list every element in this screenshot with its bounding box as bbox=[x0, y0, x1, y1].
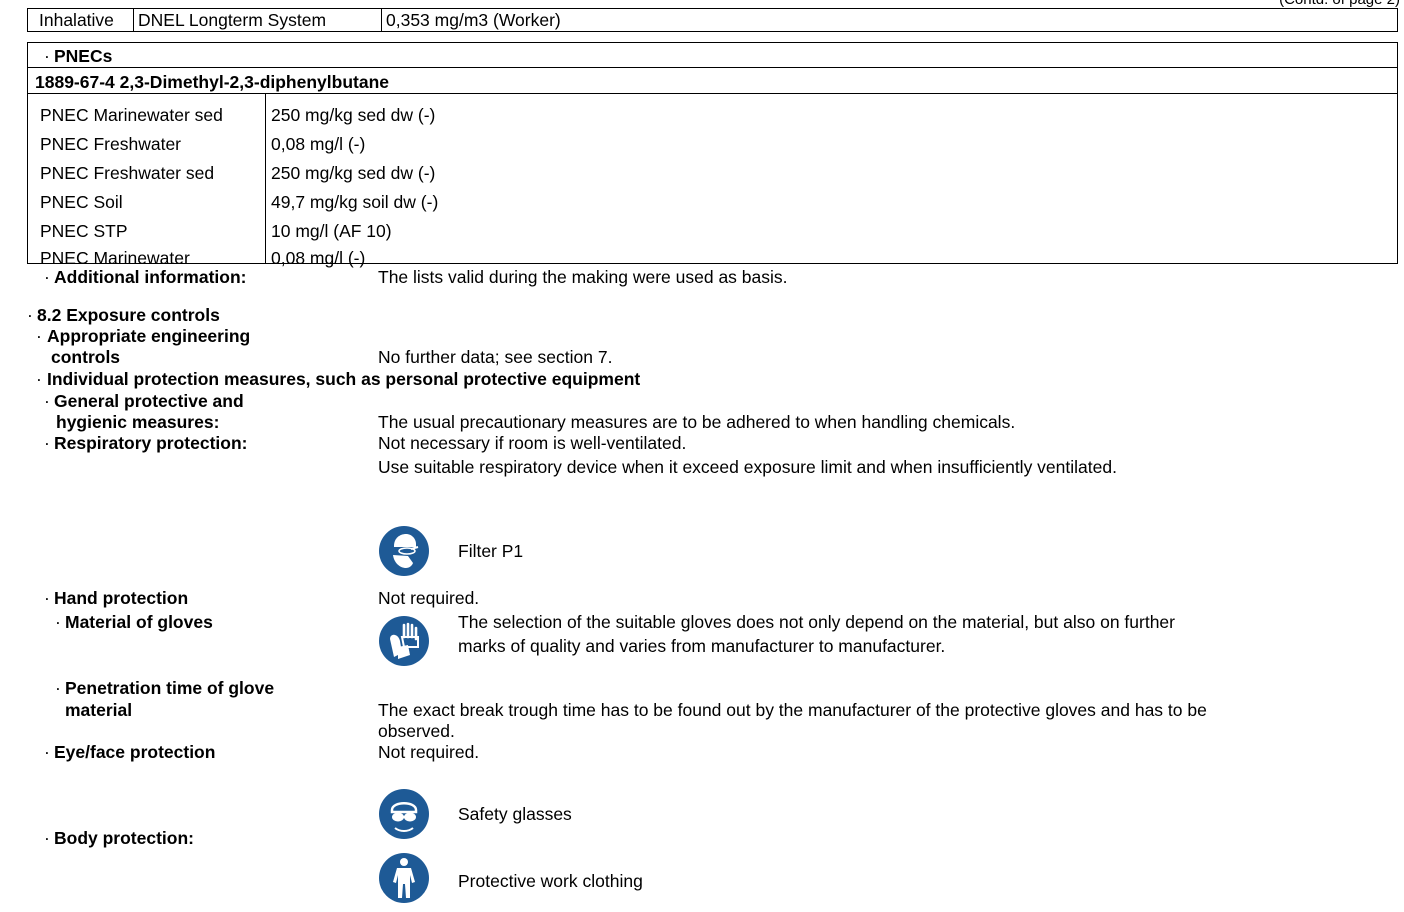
respiratory-icon-caption: Filter P1 bbox=[458, 541, 524, 561]
general-value: The usual precautionary measures are to … bbox=[378, 412, 1016, 432]
penetration-label: Penetration time of glove bbox=[65, 678, 275, 698]
pnecs-table bbox=[27, 93, 1398, 264]
individual-title: Individual protection measures, such as … bbox=[47, 369, 641, 389]
hand-value: Not required. bbox=[378, 588, 480, 608]
pnec-value: 0,08 mg/l (-) bbox=[271, 248, 366, 268]
gloves-label: Material of gloves bbox=[65, 612, 213, 632]
pnec-value: 250 mg/kg sed dw (-) bbox=[271, 105, 436, 125]
pnec-value: 10 mg/l (AF 10) bbox=[271, 221, 392, 241]
pnec-value: 49,7 mg/kg soil dw (-) bbox=[271, 192, 439, 212]
pnecs-header bbox=[27, 42, 1398, 68]
pnec-value: 250 mg/kg sed dw (-) bbox=[271, 163, 436, 183]
dnel-type: DNEL Longterm System bbox=[138, 10, 327, 30]
body-bullet: · bbox=[44, 828, 50, 848]
pnec-label: PNEC Freshwater bbox=[40, 134, 182, 154]
pnecs-bullet: · bbox=[44, 46, 50, 66]
eye-label: Eye/face protection bbox=[54, 742, 216, 762]
dnel-divider bbox=[133, 8, 134, 32]
respirator-mask-icon bbox=[378, 525, 430, 577]
additional-bullet: · bbox=[44, 267, 50, 287]
engineering-bullet: · bbox=[36, 326, 42, 346]
gloves-icon bbox=[378, 615, 430, 667]
gloves-value: The selection of the suitable gloves doe… bbox=[458, 612, 1175, 632]
pnecs-substance: 1889-67-4 2,3-Dimethyl-2,3-diphenylbutan… bbox=[35, 72, 389, 92]
work-clothing-icon bbox=[378, 852, 430, 904]
penetration-bullet: · bbox=[55, 678, 61, 698]
engineering-label: Appropriate engineering bbox=[47, 326, 251, 346]
gloves-bullet: · bbox=[55, 612, 61, 632]
pnec-label: PNEC Marinewater bbox=[40, 248, 190, 268]
additional-label: Additional information: bbox=[54, 267, 247, 287]
hand-label: Hand protection bbox=[54, 588, 189, 608]
body-icon-caption: Protective work clothing bbox=[458, 871, 643, 891]
respiratory-value: Not necessary if room is well-ventilated… bbox=[378, 433, 687, 453]
general-label-cont: hygienic measures: bbox=[56, 412, 220, 432]
additional-value: The lists valid during the making were u… bbox=[378, 267, 788, 287]
eye-icon-caption: Safety glasses bbox=[458, 804, 572, 824]
gloves-value-cont: marks of quality and varies from manufac… bbox=[458, 636, 946, 656]
respiratory-bullet: · bbox=[44, 433, 50, 453]
engineering-label-cont: controls bbox=[51, 347, 121, 367]
general-bullet: · bbox=[44, 391, 50, 411]
pnecs-title: PNECs bbox=[54, 46, 113, 66]
respiratory-value-cont: Use suitable respiratory device when it … bbox=[378, 457, 1117, 477]
penetration-label-cont: material bbox=[65, 700, 133, 720]
eye-value: Not required. bbox=[378, 742, 480, 762]
hand-bullet: · bbox=[44, 588, 50, 608]
penetration-value: The exact break trough time has to be fo… bbox=[378, 700, 1207, 720]
exposure-title: 8.2 Exposure controls bbox=[37, 305, 220, 325]
individual-bullet: · bbox=[36, 369, 42, 389]
dnel-divider bbox=[381, 8, 382, 32]
engineering-value: No further data; see section 7. bbox=[378, 347, 613, 367]
pnec-label: PNEC Soil bbox=[40, 192, 123, 212]
pnec-label: PNEC Marinewater sed bbox=[40, 105, 223, 125]
pnec-label: PNEC Freshwater sed bbox=[40, 163, 215, 183]
penetration-value-cont: observed. bbox=[378, 721, 455, 741]
body-label: Body protection: bbox=[54, 828, 194, 848]
dnel-route: Inhalative bbox=[39, 10, 114, 30]
pnecs-column-divider bbox=[265, 93, 266, 264]
continued-note: (Contd. of page 2) bbox=[1279, 0, 1400, 8]
general-label: General protective and bbox=[54, 391, 244, 411]
pnec-value: 0,08 mg/l (-) bbox=[271, 134, 366, 154]
pnec-label: PNEC STP bbox=[40, 221, 128, 241]
eye-bullet: · bbox=[44, 742, 50, 762]
safety-glasses-icon bbox=[378, 788, 430, 840]
dnel-value: 0,353 mg/m3 (Worker) bbox=[386, 10, 561, 30]
exposure-bullet: · bbox=[27, 305, 33, 325]
respiratory-label: Respiratory protection: bbox=[54, 433, 248, 453]
